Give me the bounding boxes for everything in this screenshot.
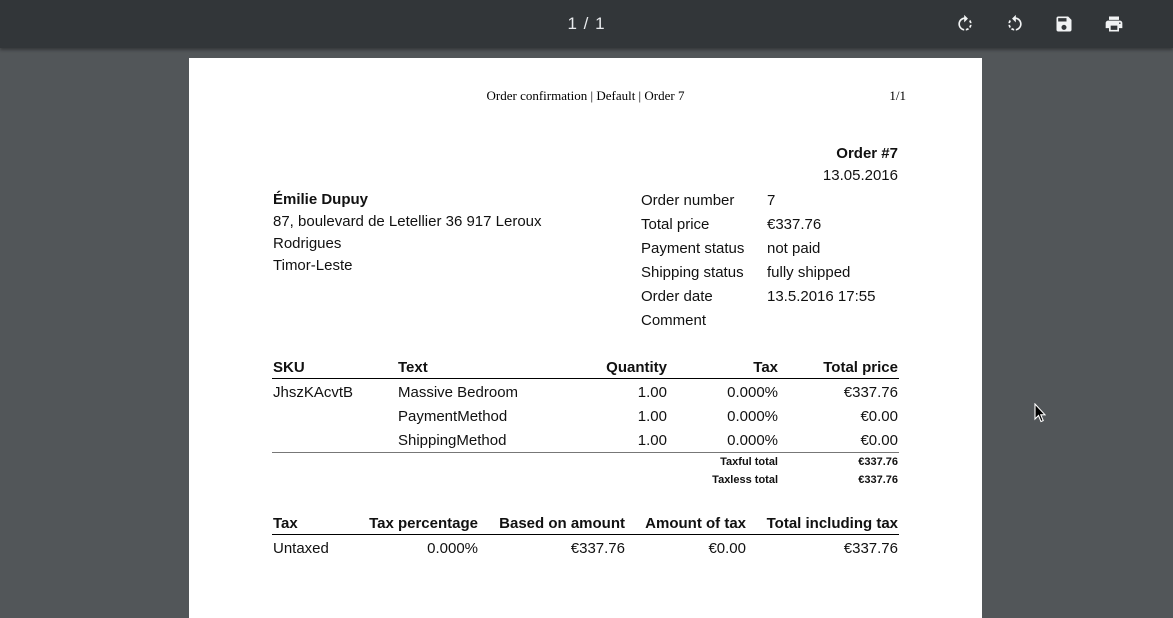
tax-header-amount: Amount of tax <box>645 515 746 532</box>
info-label: Order date <box>641 288 713 305</box>
info-value: 7 <box>767 192 776 209</box>
print-button[interactable] <box>1103 13 1125 35</box>
info-value: not paid <box>767 240 821 257</box>
tax-name: Untaxed <box>273 540 329 557</box>
item-sku: JhszKAcvtB <box>273 384 354 401</box>
rotate-clockwise-icon <box>958 14 972 31</box>
tax-percentage: 0.000% <box>427 540 478 557</box>
rotate-counterclockwise-button[interactable] <box>1004 13 1026 35</box>
page-indicator: 1 / 1 <box>567 14 606 33</box>
customer-address-line: 87, boulevard de Letellier 36 917 Leroux <box>273 213 542 230</box>
item-quantity: 1.00 <box>637 432 667 449</box>
item-tax: 0.000% <box>727 432 778 449</box>
info-label: Order number <box>641 192 735 209</box>
item-total: €0.00 <box>860 432 898 449</box>
items-header-sku: SKU <box>273 359 305 376</box>
pdf-page: Order confirmation | Default | Order 7 1… <box>189 58 982 618</box>
tax-header-tax: Tax <box>273 515 298 532</box>
info-label: Payment status <box>641 240 745 257</box>
save-icon <box>1056 16 1072 32</box>
taxless-total-label: Taxless total <box>712 474 778 486</box>
mouse-cursor-icon <box>1034 403 1046 423</box>
taxful-total-value: €337.76 <box>858 456 898 468</box>
customer-address-line: Timor-Leste <box>273 257 353 274</box>
item-quantity: 1.00 <box>637 408 667 425</box>
document-header-page: 1/1 <box>889 88 906 103</box>
document-header-title: Order confirmation | Default | Order 7 <box>486 88 685 103</box>
item-text: ShippingMethod <box>398 432 507 449</box>
tax-based-amount: €337.76 <box>570 540 625 557</box>
item-tax: 0.000% <box>727 408 778 425</box>
taxful-total-label: Taxful total <box>720 456 778 468</box>
tax-total-including: €337.76 <box>843 540 898 557</box>
items-header-total: Total price <box>823 359 898 376</box>
pdf-toolbar: 1 / 1 <box>0 0 1173 48</box>
tax-amount: €0.00 <box>708 540 746 557</box>
info-value: 13.5.2016 17:55 <box>767 288 876 305</box>
info-value: fully shipped <box>767 264 851 281</box>
item-tax: 0.000% <box>727 384 778 401</box>
item-total: €0.00 <box>860 408 898 425</box>
items-footer-rule <box>272 452 899 453</box>
info-label: Total price <box>641 216 710 233</box>
info-value: €337.76 <box>767 216 822 233</box>
tax-header-based: Based on amount <box>499 515 625 532</box>
item-text: Massive Bedroom <box>398 384 519 401</box>
order-date-top: 13.05.2016 <box>822 167 898 184</box>
info-label: Shipping status <box>641 264 744 281</box>
save-button[interactable] <box>1053 13 1075 35</box>
order-title: Order #7 <box>836 145 898 162</box>
customer-name: Émilie Dupuy <box>273 191 369 208</box>
rotate-counterclockwise-icon <box>1008 14 1022 31</box>
taxless-total-value: €337.76 <box>858 474 898 486</box>
tax-header-total: Total including tax <box>766 515 898 532</box>
rotate-clockwise-button[interactable] <box>954 13 976 35</box>
info-label: Comment <box>641 312 707 329</box>
tax-header-percentage: Tax percentage <box>369 515 478 532</box>
customer-address-line: Rodrigues <box>273 235 342 252</box>
item-text: PaymentMethod <box>398 408 508 425</box>
item-total: €337.76 <box>843 384 898 401</box>
tax-header-rule <box>272 534 899 535</box>
print-icon <box>1105 16 1123 32</box>
items-header-tax: Tax <box>753 359 778 376</box>
items-header-rule <box>272 378 899 379</box>
item-quantity: 1.00 <box>637 384 667 401</box>
items-header-quantity: Quantity <box>606 359 667 376</box>
items-header-text: Text <box>398 359 428 376</box>
